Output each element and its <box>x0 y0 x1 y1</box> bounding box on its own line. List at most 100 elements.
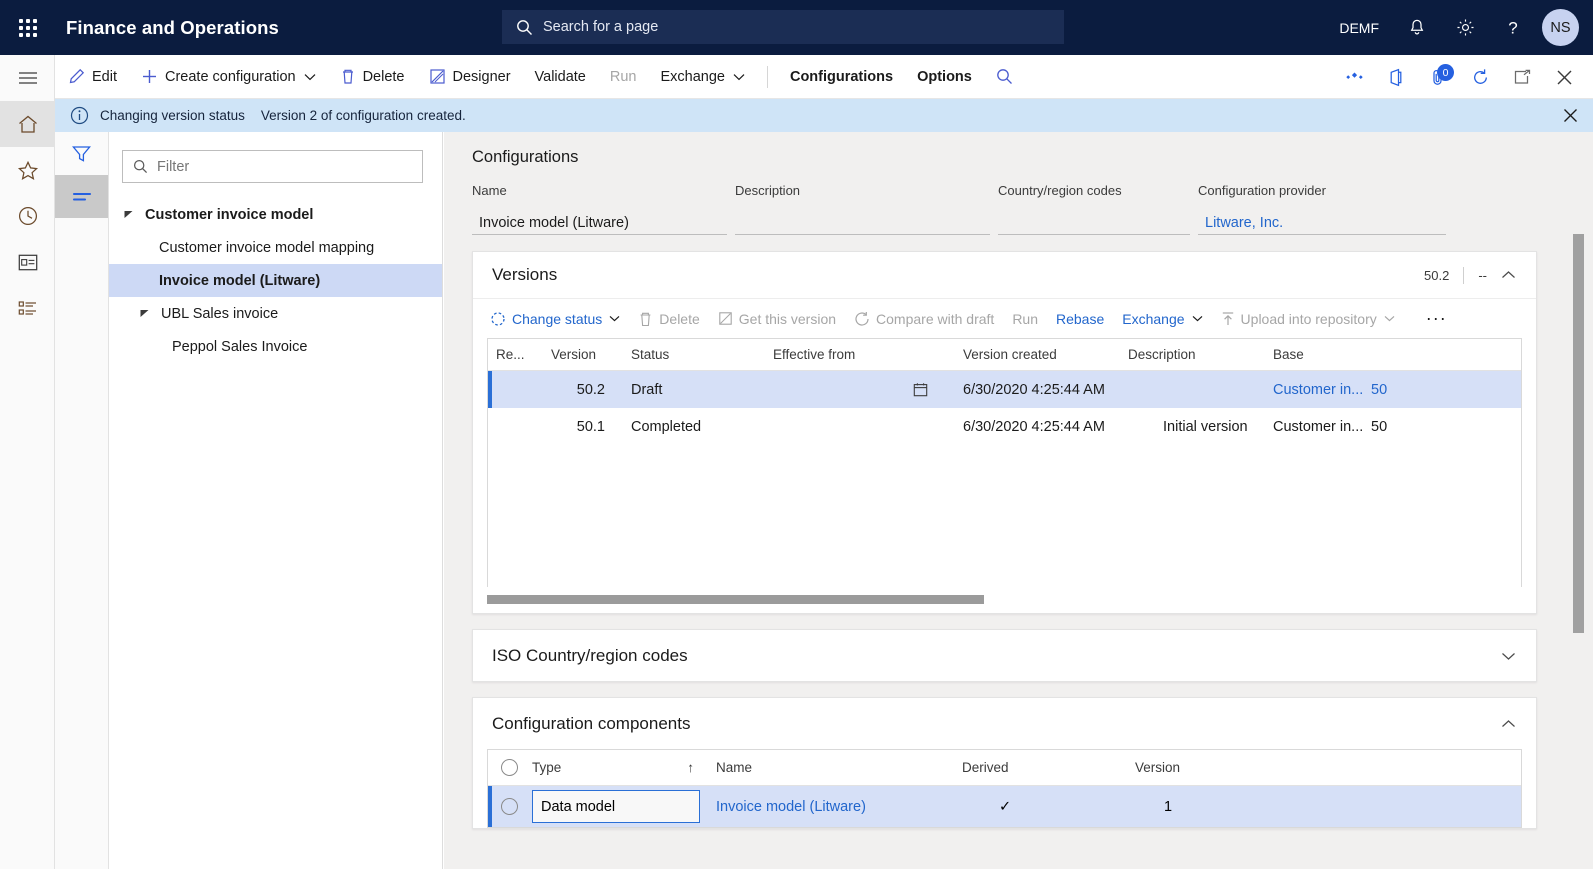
versions-run-button[interactable]: Run <box>1003 302 1047 336</box>
change-status-label: Change status <box>512 310 603 327</box>
company-selector[interactable]: DEMF <box>1325 0 1393 55</box>
description-input[interactable] <box>735 208 990 235</box>
tree-filter-input[interactable]: Filter <box>122 150 423 183</box>
name-input[interactable]: Invoice model (Litware) <box>472 208 727 235</box>
versions-toolbar: Change status Delete Get this version Co… <box>473 298 1536 338</box>
run-button[interactable]: Run <box>598 55 649 99</box>
open-in-office-button[interactable] <box>1375 55 1417 99</box>
attachments-button[interactable]: 0 <box>1417 55 1459 99</box>
personalize-button[interactable] <box>1333 55 1375 99</box>
components-section-header[interactable]: Configuration components <box>473 698 1536 749</box>
open-in-new-window-button[interactable] <box>1501 55 1543 99</box>
navigation-menu-button[interactable] <box>0 55 55 101</box>
sidebar-item-recent[interactable] <box>0 193 55 239</box>
create-configuration-button[interactable]: Create configuration <box>129 55 328 99</box>
toolbar-search-button[interactable] <box>984 55 1025 99</box>
country-region-codes-input[interactable] <box>998 208 1190 235</box>
star-icon <box>17 160 38 180</box>
compare-icon <box>854 311 870 327</box>
filter-pane-button[interactable] <box>55 132 108 175</box>
tree-node-invoice-model-litware[interactable]: Invoice model (Litware) <box>109 264 442 297</box>
table-row[interactable]: 50.1 Completed 6/30/2020 4:25:44 AM Init… <box>488 408 1521 445</box>
sidebar-item-favorites[interactable] <box>0 147 55 193</box>
column-header-derived[interactable]: Derived <box>954 760 1127 775</box>
tree-node-ubl-sales-invoice[interactable]: UBL Sales invoice <box>109 297 442 330</box>
field-configuration-provider: Configuration provider Litware, Inc. <box>1198 183 1446 235</box>
scrollbar-thumb[interactable] <box>487 595 984 604</box>
expand-collapse-triangle-icon[interactable] <box>139 308 161 319</box>
column-header-version[interactable]: Version <box>543 347 623 362</box>
cell-type-input[interactable]: Data model <box>532 790 700 823</box>
refresh-button[interactable] <box>1459 55 1501 99</box>
close-page-button[interactable] <box>1543 55 1585 99</box>
options-tab[interactable]: Options <box>905 55 984 99</box>
versions-section-header[interactable]: Versions 50.2 -- <box>473 252 1536 298</box>
column-header-type[interactable]: Type ↑ <box>532 760 708 775</box>
iso-section-header[interactable]: ISO Country/region codes <box>473 630 1536 681</box>
delete-button[interactable]: Delete <box>328 55 417 99</box>
exchange-button[interactable]: Exchange <box>648 55 757 99</box>
upload-into-repository-button[interactable]: Upload into repository <box>1212 302 1404 336</box>
cell-status: Completed <box>631 418 702 435</box>
change-status-button[interactable]: Change status <box>481 302 629 336</box>
tree-node-peppol-sales-invoice[interactable]: Peppol Sales Invoice <box>109 330 442 363</box>
get-this-version-button[interactable]: Get this version <box>709 302 845 336</box>
sidebar-item-home[interactable] <box>0 101 55 147</box>
column-header-status[interactable]: Status <box>623 347 765 362</box>
cell-base-number[interactable]: 50 <box>1363 382 1423 398</box>
notifications-button[interactable] <box>1393 0 1441 55</box>
user-avatar[interactable]: NS <box>1542 9 1579 46</box>
chevron-up-icon[interactable] <box>1501 270 1516 280</box>
rebase-button[interactable]: Rebase <box>1047 302 1113 336</box>
column-header-re[interactable]: Re... <box>488 347 543 362</box>
versions-more-button[interactable]: ··· <box>1418 302 1455 336</box>
column-header-version[interactable]: Version <box>1127 760 1277 775</box>
app-launcher-button[interactable] <box>0 0 56 55</box>
cell-base[interactable]: Customer in... <box>1265 382 1363 398</box>
app-title: Finance and Operations <box>66 16 279 38</box>
main-vertical-scrollbar-thumb[interactable] <box>1573 234 1584 633</box>
table-row[interactable]: 50.2 Draft 6/30/2020 4:25:44 AM Customer… <box>488 371 1521 408</box>
tree-node-customer-invoice-model[interactable]: Customer invoice model <box>109 198 442 231</box>
configuration-provider-link[interactable]: Litware, Inc. <box>1198 208 1446 235</box>
waffle-icon <box>19 18 37 37</box>
row-select-radio[interactable] <box>501 798 518 815</box>
compare-with-draft-button[interactable]: Compare with draft <box>845 302 1003 336</box>
tree-pane-button[interactable] <box>55 175 108 218</box>
sidebar-item-workspaces[interactable] <box>0 239 55 285</box>
tree-node-label: UBL Sales invoice <box>161 305 279 322</box>
edit-button[interactable]: Edit <box>56 55 129 99</box>
cell-name-link[interactable]: Invoice model (Litware) <box>708 799 954 815</box>
table-row[interactable]: Data model Invoice model (Litware) ✓ 1 <box>488 786 1521 827</box>
versions-delete-button[interactable]: Delete <box>629 302 708 336</box>
versions-exchange-button[interactable]: Exchange <box>1113 302 1211 336</box>
personalize-icon <box>1345 72 1363 79</box>
settings-button[interactable] <box>1441 0 1490 55</box>
column-header-name[interactable]: Name <box>708 760 954 775</box>
sidebar-item-modules[interactable] <box>0 285 55 331</box>
configurations-tab[interactable]: Configurations <box>778 55 905 99</box>
select-all-radio[interactable] <box>501 759 518 776</box>
designer-button[interactable]: Designer <box>417 55 523 99</box>
main-vertical-scrollbar-track[interactable] <box>1564 132 1593 869</box>
trash-icon <box>638 311 653 327</box>
column-header-description[interactable]: Description <box>1120 347 1265 362</box>
validate-button[interactable]: Validate <box>523 55 598 99</box>
tree-node-customer-invoice-model-mapping[interactable]: Customer invoice model mapping <box>109 231 442 264</box>
expand-collapse-triangle-icon[interactable] <box>123 209 145 220</box>
chevron-up-icon[interactable] <box>1501 719 1516 729</box>
column-header-effective-from[interactable]: Effective from <box>765 347 955 362</box>
help-button[interactable]: ? <box>1490 0 1536 55</box>
versions-grid-horizontal-scrollbar[interactable] <box>473 587 1536 613</box>
column-header-version-created[interactable]: Version created <box>955 347 1120 362</box>
column-header-base[interactable]: Base <box>1265 347 1365 362</box>
cell-type-wrapper: Data model <box>532 790 708 823</box>
calendar-icon[interactable] <box>913 382 928 397</box>
upload-icon <box>1221 311 1235 327</box>
chevron-down-icon[interactable] <box>1501 651 1516 661</box>
message-close-button[interactable] <box>1562 107 1579 124</box>
filter-rail <box>55 132 109 869</box>
versions-grid-header: Re... Version Status Effective from Vers… <box>488 339 1521 371</box>
question-mark-icon: ? <box>1508 19 1517 38</box>
global-search-box[interactable]: Search for a page <box>502 10 1064 44</box>
